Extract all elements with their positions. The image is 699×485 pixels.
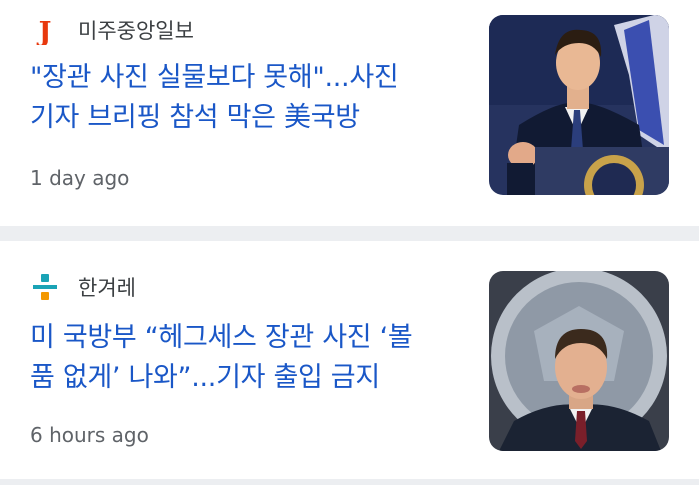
- thumbnail-image[interactable]: [489, 271, 669, 451]
- card-separator: [0, 226, 699, 241]
- source-row: J 미주중앙일보: [30, 15, 194, 45]
- headline-line: 품 없게’ 나와”...기자 출입 금지: [30, 362, 380, 393]
- hankyoreh-logo-icon: [30, 272, 60, 302]
- headline-link[interactable]: "장관 사진 실물보다 못해"...사진 기자 브리핑 참석 막은 美국방: [30, 58, 470, 138]
- headline-line: 미 국방부 “헤그세스 장관 사진 ‘볼: [30, 322, 413, 353]
- headline-line: "장관 사진 실물보다 못해"...사진: [30, 62, 399, 93]
- news-card[interactable]: J 미주중앙일보 "장관 사진 실물보다 못해"...사진 기자 브리핑 참석 …: [0, 0, 699, 226]
- person-photo-icon: [489, 15, 669, 195]
- timestamp: 1 day ago: [30, 166, 130, 190]
- headline-line: 기자 브리핑 참석 막은 美국방: [30, 102, 360, 133]
- source-name: 미주중앙일보: [78, 19, 194, 43]
- joongang-logo-icon: J: [30, 15, 60, 45]
- source-name: 한겨레: [78, 276, 136, 300]
- svg-text:J: J: [37, 17, 52, 45]
- headline-link[interactable]: 미 국방부 “헤그세스 장관 사진 ‘볼 품 없게’ 나와”...기자 출입 금…: [30, 318, 470, 398]
- card-separator: [0, 479, 699, 485]
- source-row: 한겨레: [30, 272, 136, 302]
- person-photo-icon: [489, 271, 669, 451]
- thumbnail-image[interactable]: [489, 15, 669, 195]
